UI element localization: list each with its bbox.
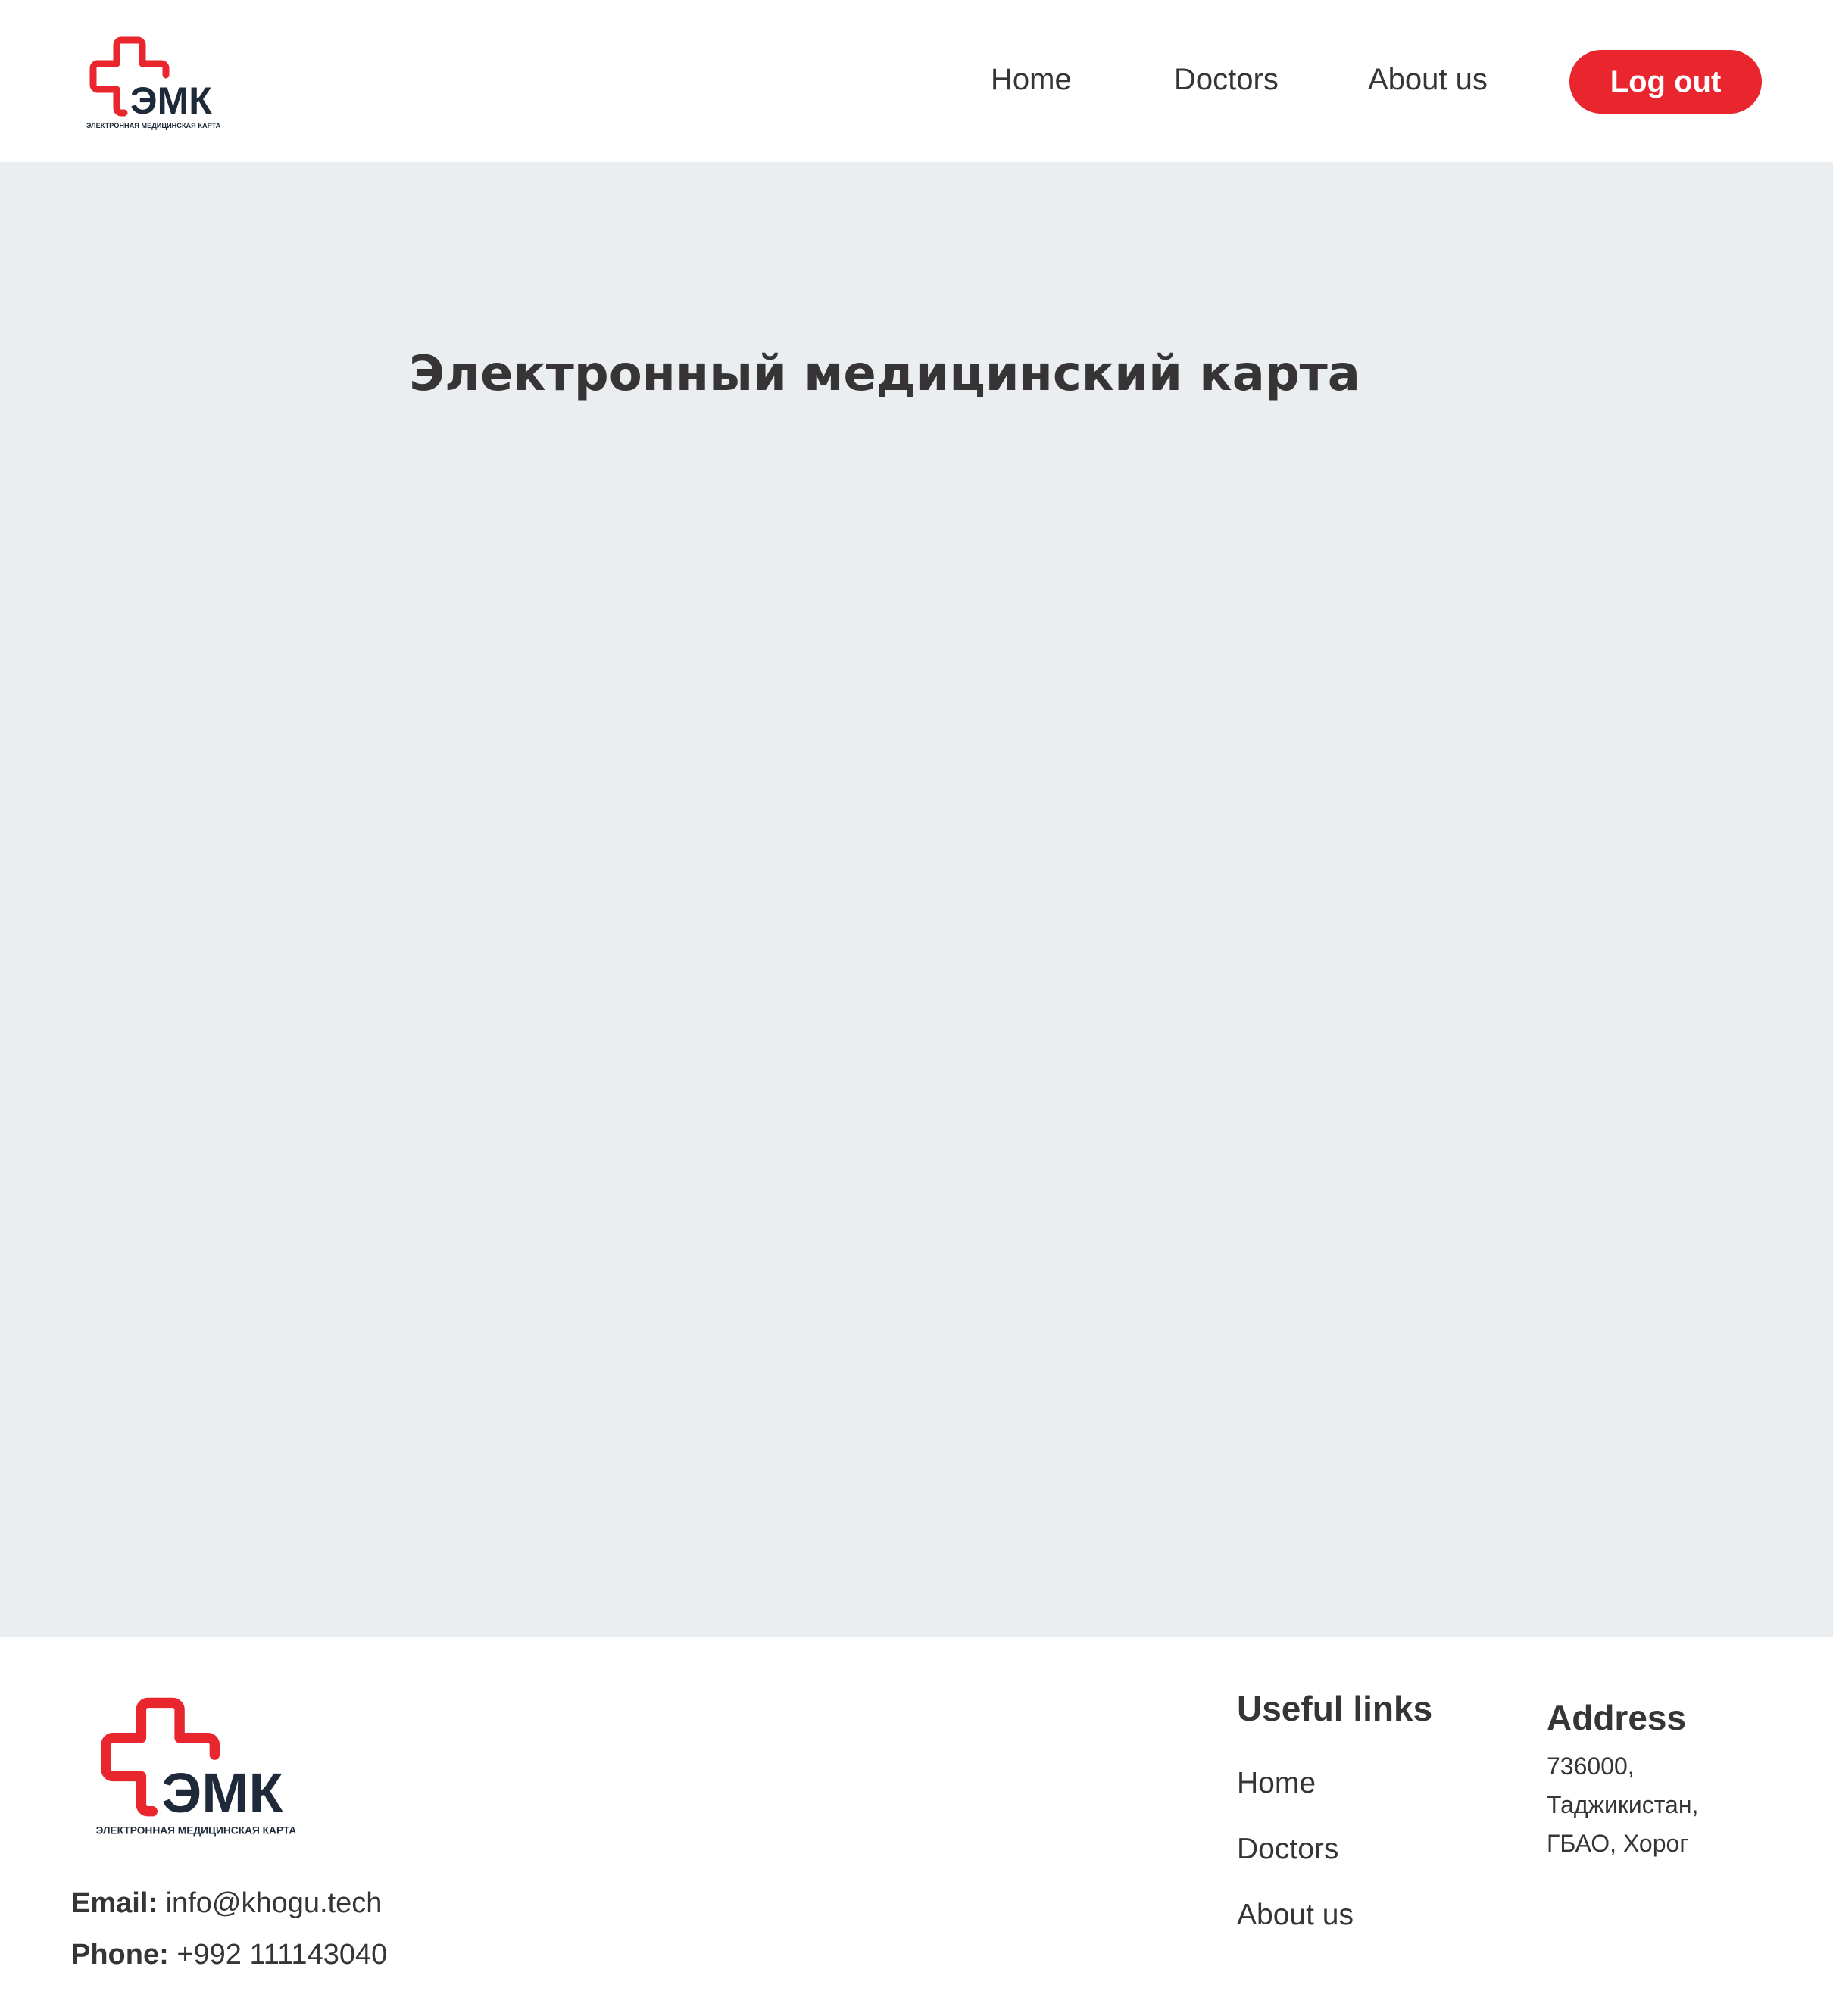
nav-home[interactable]: Home — [991, 59, 1072, 100]
footer-link-home[interactable]: Home — [1237, 1765, 1316, 1802]
address-title: Address — [1547, 1698, 1687, 1737]
main-content: Электронный медицинский карта — [0, 162, 1833, 1637]
contact-email: Email: info@khogu.tech — [71, 1884, 382, 1922]
site-header: ЭМК ЭЛЕКТРОННАЯ МЕДИЦИНСКАЯ КАРТА Home D… — [0, 0, 1833, 162]
phone-label: Phone: — [71, 1939, 169, 1971]
address-line: ГБАО, Хорог — [1547, 1830, 1688, 1857]
page-title: Электронный медицинский карта — [409, 346, 1360, 402]
logo-text: ЭМК — [161, 1761, 283, 1824]
logo-text: ЭМК — [130, 80, 212, 122]
nav-about-us[interactable]: About us — [1368, 59, 1488, 100]
useful-links-title: Useful links — [1237, 1689, 1433, 1728]
email-value[interactable]: info@khogu.tech — [166, 1887, 383, 1919]
logo-subtitle: ЭЛЕКТРОННАЯ МЕДИЦИНСКАЯ КАРТА — [86, 122, 220, 130]
address-line: 736000, — [1547, 1752, 1635, 1780]
phone-value[interactable]: +992 111143040 — [176, 1939, 387, 1971]
logo-subtitle: ЭЛЕКТРОННАЯ МЕДИЦИНСКАЯ КАРТА — [96, 1825, 295, 1837]
footer-logo[interactable]: ЭМК ЭЛЕКТРОННАЯ МЕДИЦИНСКАЯ КАРТА — [91, 1695, 295, 1842]
medical-cross-icon: ЭМК ЭЛЕКТРОННАЯ МЕДИЦИНСКАЯ КАРТА — [86, 36, 220, 130]
address-line: Таджикистан, — [1547, 1791, 1699, 1818]
footer-link-about-us[interactable]: About us — [1237, 1896, 1354, 1934]
footer-link-doctors[interactable]: Doctors — [1237, 1830, 1338, 1868]
logout-button[interactable]: Log out — [1569, 50, 1762, 114]
header-logo[interactable]: ЭМК ЭЛЕКТРОННАЯ МЕДИЦИНСКАЯ КАРТА — [83, 35, 220, 133]
site-footer: ЭМК ЭЛЕКТРОННАЯ МЕДИЦИНСКАЯ КАРТА Email:… — [0, 1637, 1833, 2016]
nav-doctors[interactable]: Doctors — [1174, 59, 1279, 100]
email-label: Email: — [71, 1887, 158, 1919]
medical-cross-icon: ЭМК ЭЛЕКТРОННАЯ МЕДИЦИНСКАЯ КАРТА — [96, 1697, 295, 1837]
contact-phone: Phone: +992 111143040 — [71, 1936, 387, 1974]
